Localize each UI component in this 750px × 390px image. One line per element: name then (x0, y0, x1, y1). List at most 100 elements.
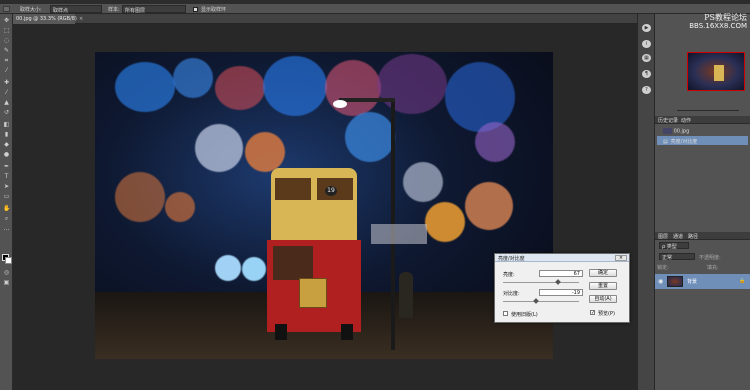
hand-tool-icon[interactable]: ✋ (3, 206, 10, 212)
sample-label: 样本: (108, 7, 120, 13)
options-bar: 取样大小: 取样点 样本: 所有图层 显示取样环 (0, 4, 750, 14)
layer-name: 背景 (687, 279, 698, 285)
tools-panel: ✥ ⬚ ◌ ✎ ⌗ ⁄ ✚ ⁄ ▲ ↺ ◧ ▮ ◆ ● ✒ T ➤ ▭ ✋ ⌕ … (0, 14, 13, 390)
bus-number-sign: 19 (325, 186, 337, 196)
bus-thumbnail (714, 65, 724, 81)
bus-wheel (275, 324, 287, 340)
tab-actions[interactable]: 动作 (681, 117, 691, 124)
brush-tool-icon[interactable]: ⁄ (3, 90, 10, 96)
paragraph-icon[interactable]: ¶ (642, 70, 651, 78)
tab-layers[interactable]: 图层 (658, 233, 668, 240)
history-brush-icon[interactable]: ↺ (3, 110, 10, 116)
pen-tool-icon[interactable]: ✒ (3, 164, 10, 170)
preview-checkbox[interactable]: ✓ (590, 310, 595, 316)
tab-paths[interactable]: 路径 (688, 233, 698, 240)
tab-channels[interactable]: 通道 (673, 233, 683, 240)
dodge-tool-icon[interactable]: ● (3, 152, 10, 158)
gradient-tool-icon[interactable]: ▮ (3, 132, 10, 138)
play-icon[interactable]: ▶ (642, 24, 651, 32)
use-legacy-checkbox[interactable] (503, 311, 508, 316)
bus-grille (299, 278, 327, 308)
contrast-label: 对比度: (503, 291, 520, 297)
lock-icon: 🔒 (739, 278, 746, 284)
bokeh-light (245, 132, 285, 172)
layers-panel-tabs: 图层 通道 路径 (655, 232, 750, 240)
shape-tool-icon[interactable]: ▭ (3, 194, 10, 200)
bokeh-light (403, 162, 443, 202)
eyedropper-icon[interactable]: ⁄ (3, 68, 10, 74)
quick-mask-icon[interactable]: ◎ (3, 270, 10, 276)
layer-thumbnail (667, 276, 683, 287)
brightness-label: 亮度: (503, 272, 515, 278)
sample-size-select[interactable]: 取样点 (50, 5, 102, 14)
contrast-slider[interactable] (503, 301, 579, 302)
auto-button[interactable]: 自动(A) (589, 295, 617, 303)
close-tab-icon[interactable]: × (79, 16, 83, 22)
brightness-input[interactable]: 67 (539, 270, 583, 277)
history-step-icon: ▤ (663, 139, 668, 145)
move-tool-icon[interactable]: ✥ (3, 18, 10, 24)
sample-select[interactable]: 所有图层 (122, 5, 186, 14)
bokeh-light (165, 192, 195, 222)
screen-mode-icon[interactable]: ▣ (3, 280, 10, 286)
info-icon[interactable]: i (642, 40, 651, 48)
bokeh-light (465, 182, 513, 230)
lamp-light (333, 100, 347, 108)
bus-front-window (273, 246, 313, 280)
bokeh-light (345, 112, 395, 162)
watermark: PS教程论坛 BBS.16XX8.COM (655, 13, 750, 31)
bokeh-light (445, 62, 515, 132)
more-tools-icon[interactable]: … (3, 226, 10, 232)
document-image[interactable]: 19 (95, 52, 553, 359)
eyedropper-tool-icon[interactable] (3, 6, 10, 12)
watermark-line1: PS教程论坛 (704, 13, 747, 22)
eraser-tool-icon[interactable]: ◧ (3, 122, 10, 128)
fill-label: 填充: (707, 265, 719, 271)
background-color-swatch[interactable] (5, 257, 12, 264)
crop-tool-icon[interactable]: ⌗ (3, 58, 10, 64)
history-item[interactable]: 00.jpg (657, 126, 748, 135)
type-tool-icon[interactable]: T (3, 174, 10, 180)
healing-brush-icon[interactable]: ✚ (3, 80, 10, 86)
history-panel-tabs: 历史记录 动作 (655, 116, 750, 124)
blend-mode-select[interactable]: 正常 (659, 253, 695, 261)
lock-label: 锁定: (657, 265, 669, 271)
reset-button[interactable]: 重置 (589, 282, 617, 290)
bokeh-light (195, 124, 243, 172)
navigator-thumbnail[interactable] (687, 52, 745, 91)
ok-button[interactable]: 确定 (589, 269, 617, 277)
history-snapshot-thumb (663, 128, 672, 134)
grid-icon[interactable]: ▦ (642, 54, 651, 62)
sample-size-label: 取样大小: (20, 7, 42, 13)
help-icon[interactable]: ? (642, 86, 651, 94)
bokeh-light (425, 202, 465, 242)
right-panels: 历史记录 动作 00.jpg ▤ 亮度/对比度 图层 通道 路径 ρ 类型 正常… (655, 14, 750, 390)
lamp-arm (339, 98, 395, 102)
show-ring-label: 显示取样环 (201, 7, 227, 13)
figurine (399, 272, 413, 318)
show-ring-checkbox[interactable] (193, 7, 198, 12)
quick-select-tool-icon[interactable]: ✎ (3, 48, 10, 54)
zoom-tool-icon[interactable]: ⌕ (3, 216, 10, 222)
history-item-selected[interactable]: ▤ 亮度/对比度 (657, 136, 748, 145)
blur-tool-icon[interactable]: ◆ (3, 142, 10, 148)
brightness-slider[interactable] (503, 282, 579, 283)
brightness-contrast-dialog: 亮度/对比度 × 亮度: 67 对比度: -19 使用旧版(L) 确定 重置 自… (494, 253, 630, 323)
use-legacy-label: 使用旧版(L) (511, 312, 538, 318)
document-tab[interactable]: 00.jpg @ 33.3% (RGB/8) (13, 14, 77, 24)
marquee-tool-icon[interactable]: ⬚ (3, 28, 10, 34)
layer-kind-filter[interactable]: ρ 类型 (659, 242, 689, 250)
path-select-icon[interactable]: ➤ (3, 184, 10, 190)
close-icon[interactable]: × (615, 255, 627, 261)
lasso-tool-icon[interactable]: ◌ (3, 38, 10, 44)
clone-stamp-icon[interactable]: ▲ (3, 100, 10, 106)
tab-history[interactable]: 历史记录 (658, 117, 678, 124)
contrast-input[interactable]: -19 (539, 289, 583, 296)
navigator-zoom-slider[interactable] (677, 110, 739, 111)
document-tab-strip: 00.jpg @ 33.3% (RGB/8) × (13, 14, 637, 24)
contrast-slider-thumb[interactable] (533, 298, 540, 304)
layer-row-background[interactable]: ◉ 背景 🔒 (655, 274, 750, 289)
dialog-title[interactable]: 亮度/对比度 (495, 254, 629, 262)
visibility-eye-icon[interactable]: ◉ (658, 278, 663, 285)
brightness-slider-thumb[interactable] (554, 279, 561, 285)
